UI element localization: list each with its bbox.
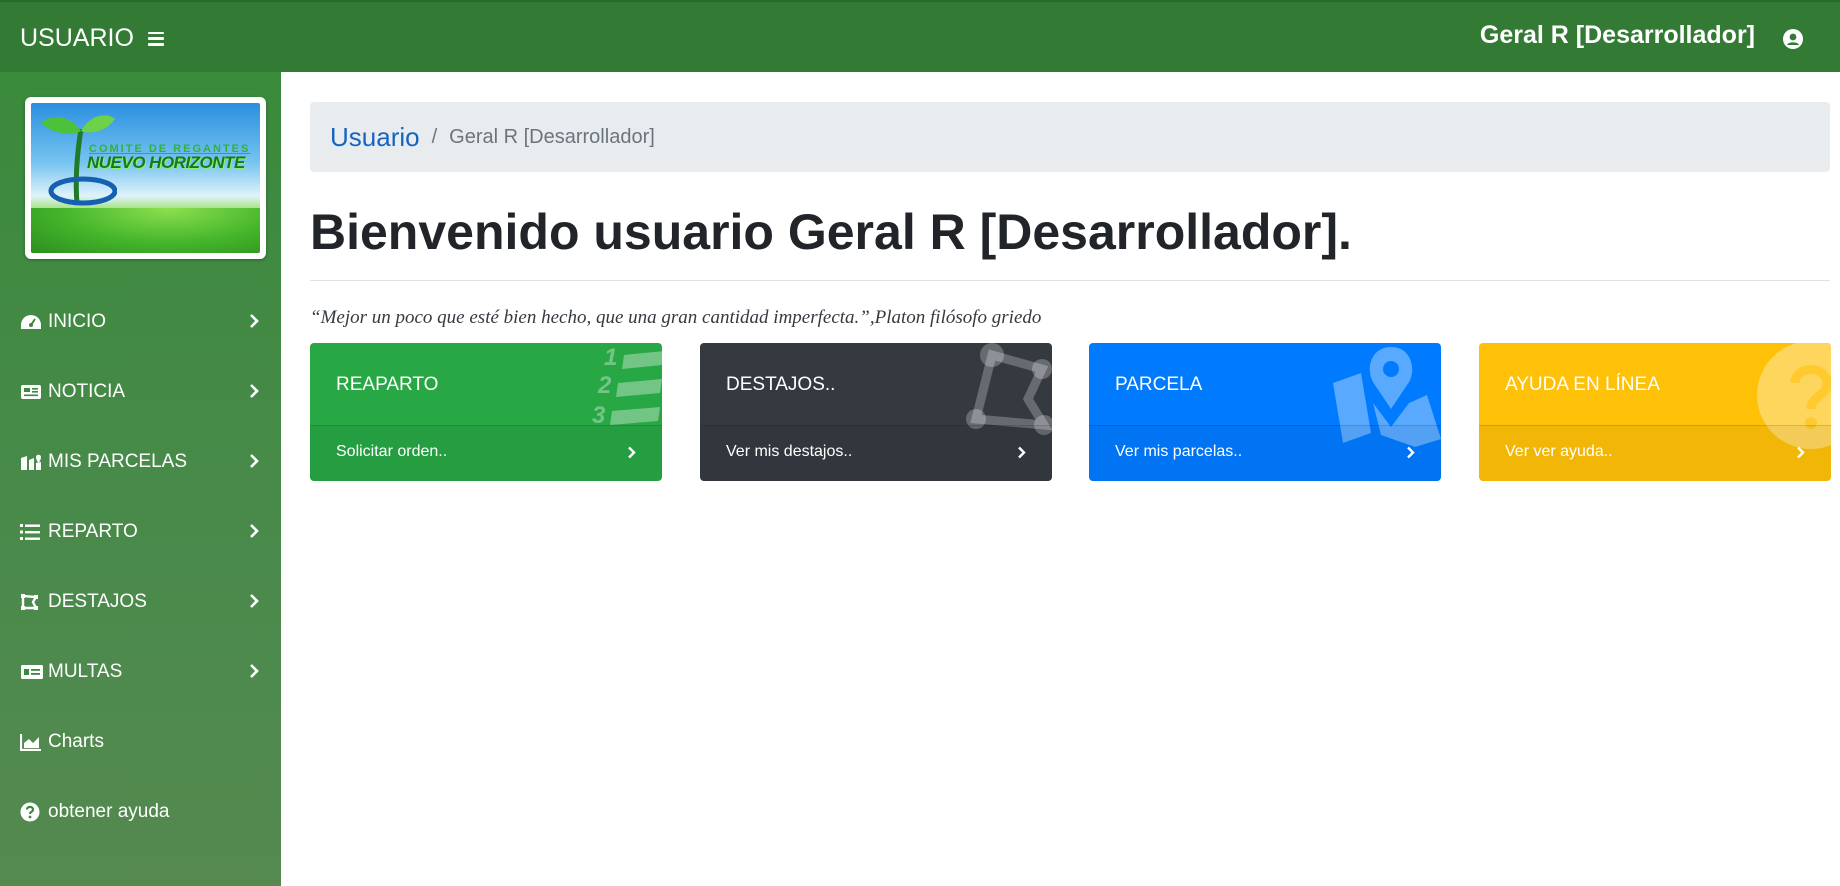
breadcrumb-link-usuario[interactable]: Usuario: [330, 122, 420, 153]
sidebar-item-label: obtener ayuda: [48, 801, 170, 822]
top-navbar: USUARIO Geral R [Desarrollador]: [0, 0, 1840, 72]
card-title: PARCELA: [1115, 374, 1203, 395]
newspaper-icon: [20, 382, 44, 402]
breadcrumb: Usuario / Geral R [Desarrollador]: [310, 102, 1830, 172]
draw-polygon-icon: [966, 343, 1052, 435]
chevron-right-icon: [250, 384, 259, 398]
sidebar: COMITE DE REGANTES NUEVO HORIZONTE INICI…: [0, 72, 281, 886]
svg-text:1: 1: [604, 344, 617, 371]
chevron-right-icon: [250, 594, 259, 608]
chart-area-icon: [20, 732, 44, 752]
logo[interactable]: COMITE DE REGANTES NUEVO HORIZONTE: [25, 97, 266, 259]
card-ayuda-en-linea[interactable]: AYUDA EN LÍNEA Ver ver ayuda..: [1479, 343, 1831, 481]
svg-text:2: 2: [597, 372, 612, 399]
chevron-right-icon: [250, 454, 259, 468]
sidebar-item-charts[interactable]: Charts: [0, 707, 281, 777]
chevron-right-icon: [1797, 446, 1805, 459]
card-title: AYUDA EN LÍNEA: [1505, 374, 1660, 395]
sidebar-item-destajos[interactable]: DESTAJOS: [0, 567, 281, 637]
card-link[interactable]: Ver ver ayuda..: [1505, 443, 1613, 461]
chevron-right-icon: [250, 524, 259, 538]
divider: [310, 280, 1830, 281]
dashboard-icon: [20, 312, 44, 332]
sidebar-item-reparto[interactable]: REPARTO: [0, 497, 281, 567]
quote-text: “Mejor un poco que esté bien hecho, que …: [310, 307, 1042, 328]
chevron-right-icon: [1018, 446, 1026, 459]
card-grid: 1 2 3 REAPARTO Solicitar orden.. DESTAJO…: [310, 343, 1831, 481]
card-footer[interactable]: Ver ver ayuda..: [1479, 425, 1831, 481]
menu-toggle-icon[interactable]: [147, 31, 164, 46]
card-link[interactable]: Solicitar orden..: [336, 443, 447, 461]
card-destajos[interactable]: DESTAJOS.. Ver mis destajos..: [700, 343, 1052, 481]
list-ol-icon: 1 2 3: [592, 344, 662, 429]
chevron-right-icon: [250, 664, 259, 678]
draw-polygon-icon: [20, 592, 44, 612]
sidebar-item-label: MIS PARCELAS: [48, 451, 188, 472]
sidebar-nav: INICIO NOTICIA MIS PARCELAS REPARTO DEST…: [0, 287, 281, 847]
list-ol-icon: [20, 522, 44, 542]
sidebar-item-label: INICIO: [48, 311, 107, 332]
sidebar-item-multas[interactable]: MULTAS: [0, 637, 281, 707]
breadcrumb-separator: /: [431, 125, 438, 148]
card-title: REAPARTO: [336, 374, 439, 395]
sidebar-item-noticia[interactable]: NOTICIA: [0, 357, 281, 427]
question-circle-icon: [20, 802, 44, 822]
page-title: Bienvenido usuario Geral R [Desarrollado…: [310, 204, 1352, 260]
card-link[interactable]: Ver mis destajos..: [726, 443, 852, 461]
card-title: DESTAJOS..: [726, 374, 836, 395]
sidebar-item-obtener-ayuda[interactable]: obtener ayuda: [0, 777, 281, 847]
sidebar-item-label: REPARTO: [48, 521, 138, 542]
chevron-right-icon: [250, 314, 259, 328]
sidebar-item-label: Charts: [48, 731, 104, 752]
chevron-right-icon: [628, 446, 636, 459]
chevron-right-icon: [1407, 446, 1415, 459]
sidebar-item-mis-parcelas[interactable]: MIS PARCELAS: [0, 427, 281, 497]
sidebar-item-inicio[interactable]: INICIO: [0, 287, 281, 357]
user-circle-icon[interactable]: [1783, 29, 1803, 49]
card-parcela[interactable]: PARCELA Ver mis parcelas..: [1089, 343, 1441, 481]
brand-label: USUARIO: [20, 24, 134, 52]
money-check-icon: [20, 662, 44, 682]
card-footer[interactable]: Ver mis destajos..: [700, 425, 1052, 481]
logo-text-main: NUEVO HORIZONTE: [87, 153, 245, 172]
sidebar-item-label: NOTICIA: [48, 381, 126, 402]
sidebar-item-label: MULTAS: [48, 661, 123, 682]
current-user-name: Geral R [Desarrollador]: [1479, 21, 1755, 49]
breadcrumb-current: Geral R [Desarrollador]: [449, 125, 655, 148]
logo-image: COMITE DE REGANTES NUEVO HORIZONTE: [31, 103, 260, 253]
card-footer[interactable]: Solicitar orden..: [310, 425, 662, 481]
map-marker-icon: [20, 452, 44, 472]
card-link[interactable]: Ver mis parcelas..: [1115, 443, 1242, 461]
card-footer[interactable]: Ver mis parcelas..: [1089, 425, 1441, 481]
navbar-brand[interactable]: USUARIO: [20, 24, 164, 53]
card-reaparto[interactable]: 1 2 3 REAPARTO Solicitar orden..: [310, 343, 662, 481]
sidebar-item-label: DESTAJOS: [48, 591, 147, 612]
main-content: Usuario / Geral R [Desarrollador] Bienve…: [310, 102, 1830, 329]
